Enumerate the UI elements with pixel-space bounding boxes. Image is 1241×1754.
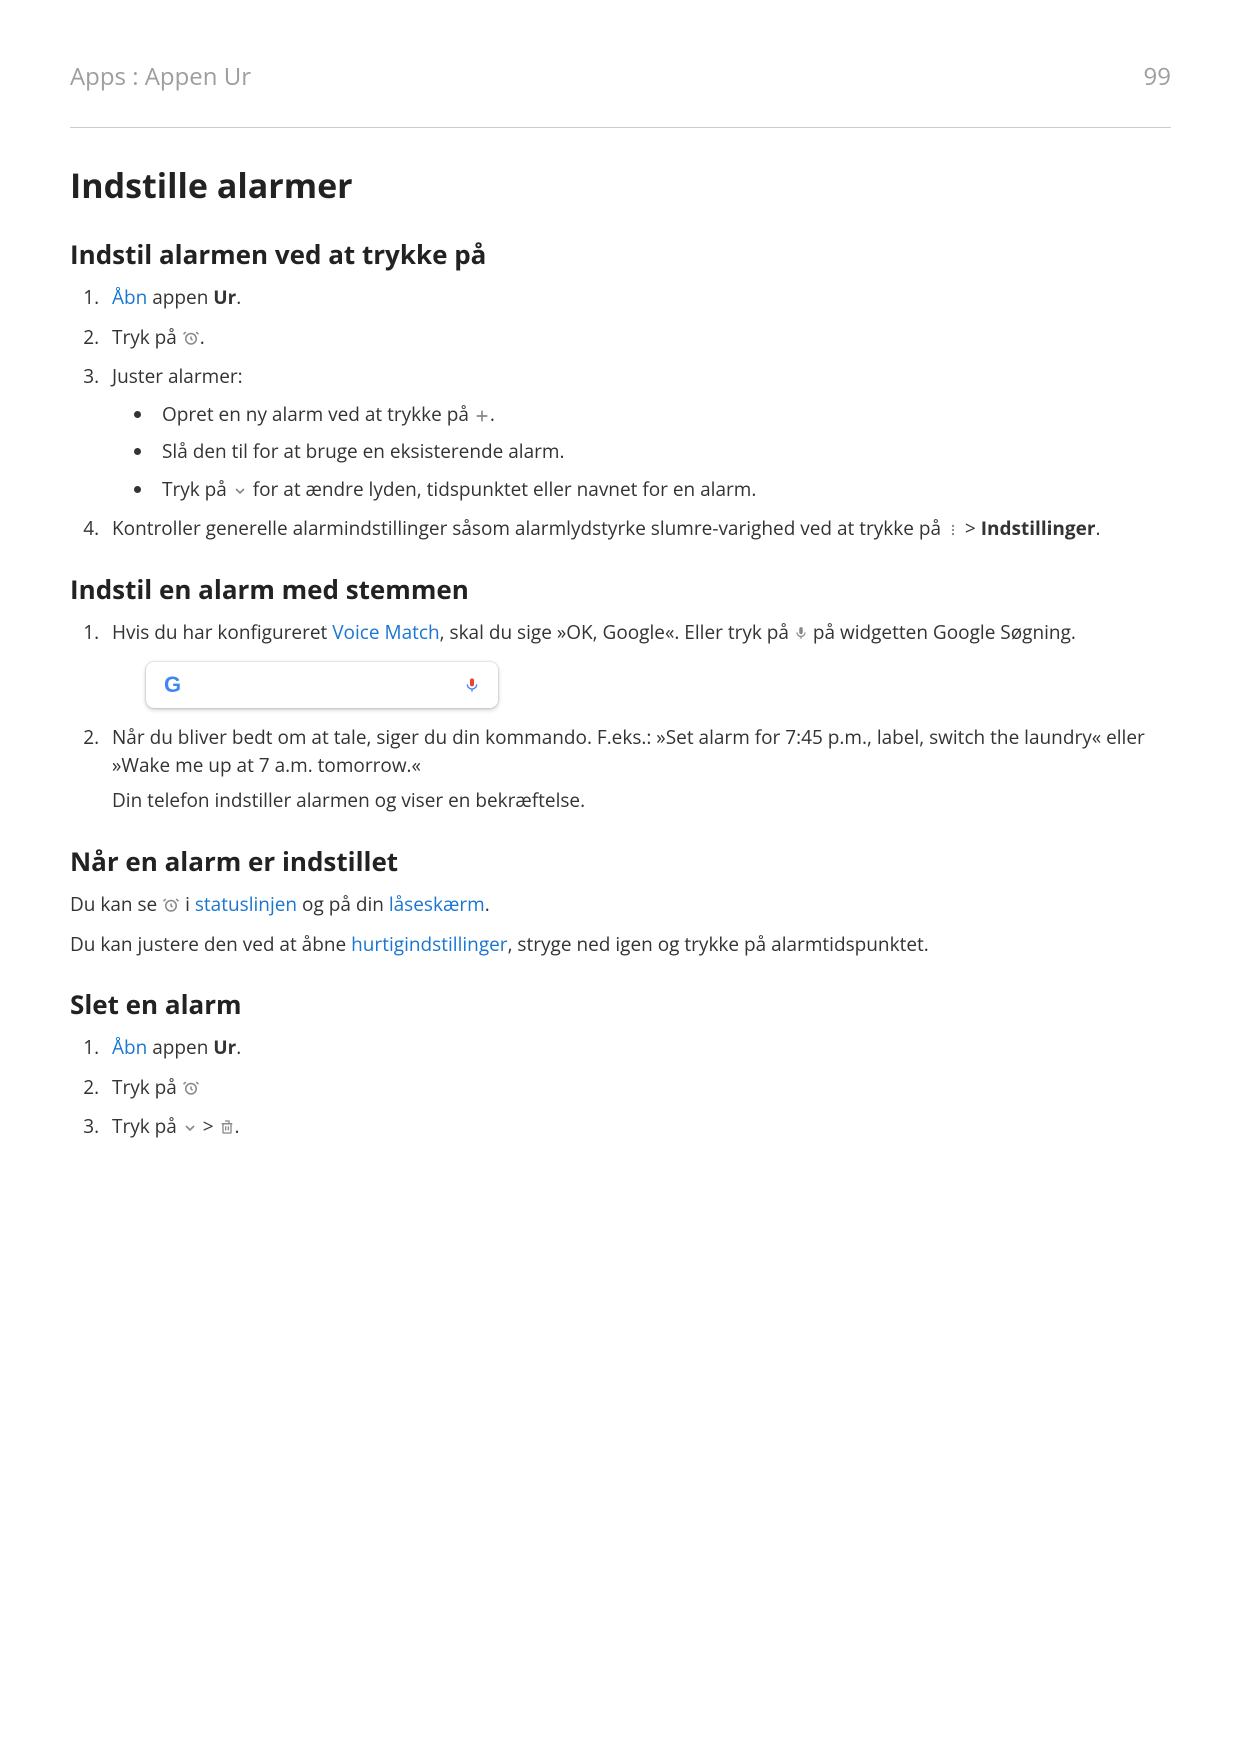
section-heading-when-set: Når en alarm er indstillet	[70, 843, 1171, 879]
sub-step-enable: Slå den til for at bruge en eksisterende…	[154, 438, 1171, 466]
more-vertical-icon	[946, 522, 960, 538]
chevron-down-icon	[182, 1120, 198, 1136]
statusbar-link[interactable]: statuslinjen	[195, 891, 297, 917]
alarm-icon	[182, 1079, 200, 1097]
delete-step-3: Tryk på > .	[104, 1113, 1171, 1141]
page-number: 99	[1144, 60, 1171, 93]
quicksettings-link[interactable]: hurtigindstillinger	[351, 931, 507, 957]
google-logo-icon: G	[164, 669, 181, 701]
section-heading-set-by-tap: Indstil alarmen ved at trykke på	[70, 236, 1171, 272]
when-set-p1: Du kan se i statuslinjen og på din låses…	[70, 891, 1171, 919]
trash-icon	[219, 1118, 235, 1136]
delete-step-2: Tryk på	[104, 1074, 1171, 1102]
sub-step-edit: Tryk på for at ændre lyden, tidspunktet …	[154, 476, 1171, 504]
voice-step-2-result: Din telefon indstiller alarmen og viser …	[112, 787, 1171, 815]
steps-delete: Åbn appen Ur. Tryk på Tryk på > .	[70, 1034, 1171, 1141]
step-3: Juster alarmer: Opret en ny alarm ved at…	[104, 363, 1171, 503]
delete-step-1: Åbn appen Ur.	[104, 1034, 1171, 1062]
breadcrumb: Apps : Appen Ur	[70, 60, 251, 93]
when-set-p2: Du kan justere den ved at åbne hurtigind…	[70, 931, 1171, 959]
voice-step-1: Hvis du har konfigureret Voice Match, sk…	[104, 619, 1171, 709]
page-container: Apps : Appen Ur 99 Indstille alarmer Ind…	[0, 0, 1241, 1754]
page-title: Indstille alarmer	[70, 162, 1171, 208]
mic-icon	[794, 624, 808, 642]
open-link[interactable]: Åbn	[112, 1034, 147, 1060]
lockscreen-link[interactable]: låseskærm	[389, 891, 485, 917]
open-link[interactable]: Åbn	[112, 284, 147, 310]
google-search-widget[interactable]: G	[146, 662, 498, 708]
step-4: Kontroller generelle alarmindstillinger …	[104, 515, 1171, 543]
steps-voice: Hvis du har konfigureret Voice Match, sk…	[70, 619, 1171, 815]
step-1: Åbn appen Ur.	[104, 284, 1171, 312]
steps-set-by-tap: Åbn appen Ur. Tryk på . Juster alarmer: …	[70, 284, 1171, 543]
step-2: Tryk på .	[104, 324, 1171, 352]
section-heading-voice: Indstil en alarm med stemmen	[70, 571, 1171, 607]
sub-step-create: Opret en ny alarm ved at trykke på .	[154, 401, 1171, 429]
plus-icon	[474, 408, 490, 424]
alarm-icon	[182, 329, 200, 347]
voice-step-2: Når du bliver bedt om at tale, siger du …	[104, 724, 1171, 815]
page-header: Apps : Appen Ur 99	[70, 60, 1171, 128]
section-heading-delete: Slet en alarm	[70, 986, 1171, 1022]
widget-mic-icon[interactable]	[464, 674, 480, 696]
voice-match-link[interactable]: Voice Match	[332, 619, 439, 645]
chevron-down-icon	[232, 483, 248, 499]
alarm-icon	[162, 896, 180, 914]
sub-steps: Opret en ny alarm ved at trykke på . Slå…	[112, 401, 1171, 504]
